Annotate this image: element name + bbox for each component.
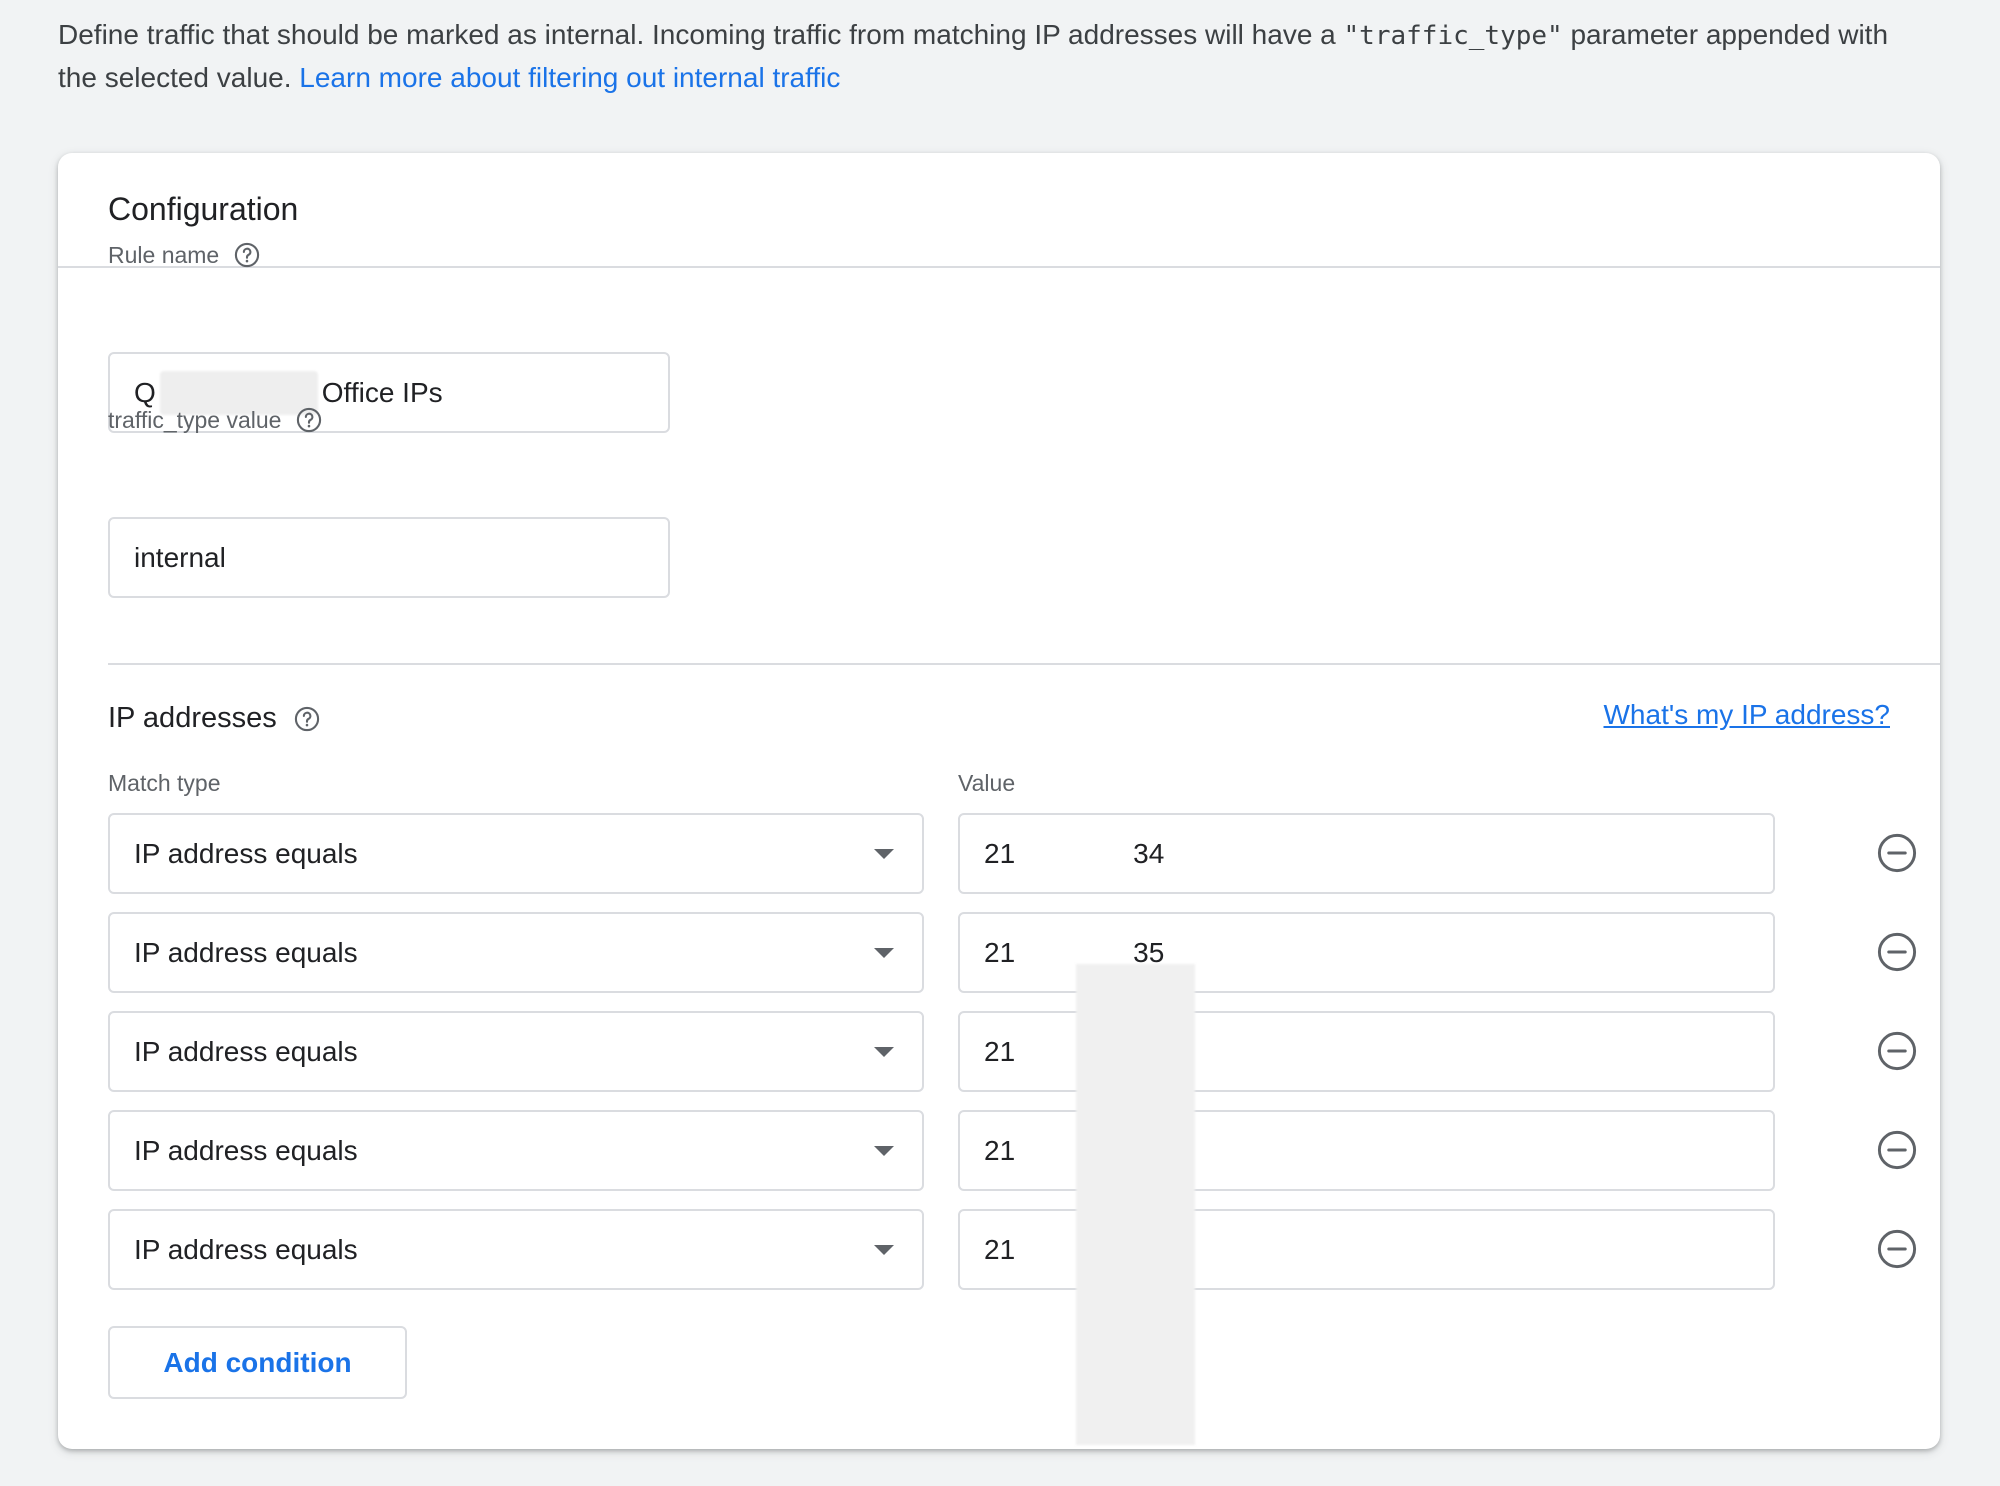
- intro-code: "traffic_type": [1343, 21, 1563, 51]
- match-type-value: IP address equals: [134, 1134, 358, 1166]
- remove-circle-icon: [1877, 1229, 1917, 1269]
- ip-addresses-heading: IP addresses: [108, 702, 321, 735]
- section-divider: [108, 663, 1940, 665]
- match-type-value: IP address equals: [134, 1035, 358, 1067]
- match-type-value: IP address equals: [134, 936, 358, 968]
- remove-circle-icon: [1877, 1130, 1917, 1170]
- ip-value-suffix: 34: [1133, 837, 1165, 869]
- intro-text: Define traffic that should be marked as …: [58, 19, 1344, 50]
- ip-value-prefix: 21: [984, 837, 1016, 869]
- traffic-type-label-text: traffic_type value: [108, 406, 282, 433]
- ip-value-input[interactable]: 21 34: [958, 813, 1775, 894]
- match-type-select[interactable]: IP address equals: [108, 1011, 924, 1092]
- traffic-type-value: internal: [134, 541, 226, 573]
- whats-my-ip-link[interactable]: What's my IP address?: [1604, 699, 1891, 731]
- caret-down-icon: [874, 947, 894, 958]
- remove-condition-button[interactable]: [1875, 930, 1919, 974]
- intro-description: Define traffic that should be marked as …: [58, 14, 1898, 99]
- redacted-block: [1076, 964, 1195, 1445]
- ip-condition-row: IP address equals 21 35: [108, 912, 1940, 993]
- caret-down-icon: [874, 1046, 894, 1057]
- match-type-value: IP address equals: [134, 837, 358, 869]
- configuration-card: Configuration Rule name Q Office IPs traf…: [58, 153, 1940, 1449]
- match-type-select[interactable]: IP address equals: [108, 813, 924, 894]
- value-column-label: Value: [958, 770, 1016, 796]
- ip-condition-row: IP address equals2137: [108, 1110, 1940, 1191]
- ip-value-prefix: 21: [984, 1035, 1016, 1067]
- caret-down-icon: [874, 1244, 894, 1255]
- match-type-column-label: Match type: [108, 770, 221, 796]
- remove-circle-icon: [1877, 1031, 1917, 1071]
- caret-down-icon: [874, 848, 894, 859]
- traffic-type-input[interactable]: internal: [108, 517, 670, 598]
- match-type-select[interactable]: IP address equals: [108, 912, 924, 993]
- ip-value-prefix: 21: [984, 1233, 1016, 1265]
- match-type-select[interactable]: IP address equals: [108, 1209, 924, 1290]
- redacted-block: [1015, 815, 1133, 892]
- remove-condition-button[interactable]: [1875, 1029, 1919, 1073]
- card-title: Configuration: [108, 191, 299, 227]
- add-condition-button[interactable]: Add condition: [108, 1326, 407, 1399]
- ip-addresses-title: IP addresses: [108, 702, 277, 734]
- caret-down-icon: [874, 1145, 894, 1156]
- ip-condition-row: IP address equals2138: [108, 1209, 1940, 1290]
- learn-more-link[interactable]: Learn more about filtering out internal …: [299, 62, 840, 93]
- ip-condition-row: IP address equals2136: [108, 1011, 1940, 1092]
- remove-condition-button[interactable]: [1875, 1128, 1919, 1172]
- rule-name-prefix: Q: [134, 376, 156, 408]
- match-type-select[interactable]: IP address equals: [108, 1110, 924, 1191]
- rule-name-label: Rule name: [108, 241, 261, 269]
- ip-value-prefix: 21: [984, 936, 1016, 968]
- card-header-divider: [58, 266, 1940, 268]
- remove-circle-icon: [1877, 833, 1917, 873]
- remove-condition-button[interactable]: [1875, 1227, 1919, 1271]
- rule-name-label-text: Rule name: [108, 241, 220, 268]
- help-circle-icon[interactable]: [293, 705, 321, 733]
- rule-name-suffix: Office IPs: [321, 376, 443, 408]
- help-circle-icon[interactable]: [295, 406, 323, 434]
- remove-condition-button[interactable]: [1875, 831, 1919, 875]
- remove-circle-icon: [1877, 932, 1917, 972]
- ip-condition-row: IP address equals 21 34: [108, 813, 1940, 894]
- match-type-value: IP address equals: [134, 1233, 358, 1265]
- ip-value-prefix: 21: [984, 1134, 1016, 1166]
- help-circle-icon[interactable]: [233, 241, 261, 269]
- traffic-type-label: traffic_type value: [108, 406, 323, 434]
